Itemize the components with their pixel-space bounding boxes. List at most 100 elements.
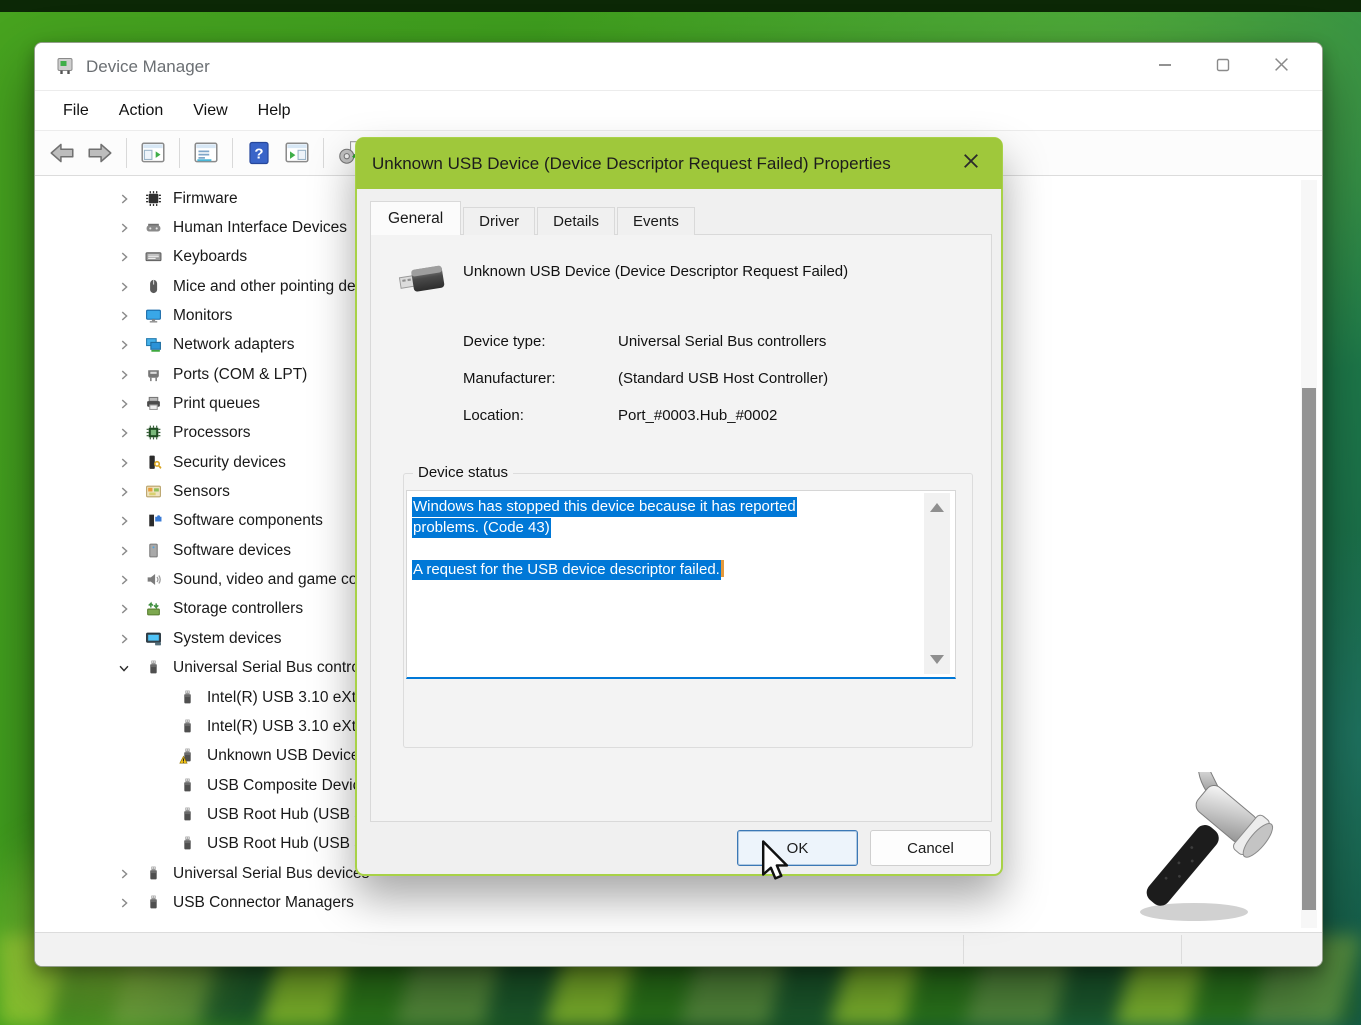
window-titlebar[interactable]: Device Manager — [35, 43, 1322, 91]
hammer-image — [1128, 772, 1278, 930]
tree-item-label: System devices — [173, 630, 282, 648]
close-icon — [1274, 57, 1289, 77]
tree-item-label: Print queues — [173, 395, 260, 413]
chevron-right-icon[interactable] — [113, 338, 135, 352]
chevron-right-icon[interactable] — [113, 602, 135, 616]
software-component-icon — [141, 512, 165, 530]
field-value: Universal Serial Bus controllers — [618, 333, 826, 350]
close-button[interactable] — [1252, 43, 1310, 91]
menu-item[interactable]: Action — [119, 102, 163, 120]
usb-plug-icon — [398, 259, 448, 297]
sensor-icon — [141, 483, 165, 501]
tab-strip: GeneralDriverDetailsEvents — [370, 201, 697, 235]
dialog-button[interactable]: OK — [737, 830, 858, 866]
chevron-right-icon[interactable] — [113, 250, 135, 264]
chevron-right-icon[interactable] — [113, 485, 135, 499]
tree-item-label: Storage controllers — [173, 600, 303, 618]
tree-item-label: Keyboards — [173, 248, 247, 266]
field-label: Location: — [463, 407, 618, 424]
device-field-row: Location: Port_#0003.Hub_#0002 — [463, 407, 828, 444]
maximize-button[interactable] — [1194, 43, 1252, 91]
menu-item[interactable]: Help — [258, 102, 291, 120]
maximize-icon — [1216, 58, 1230, 77]
window-title: Device Manager — [86, 57, 210, 77]
properties-dialog: Unknown USB Device (Device Descriptor Re… — [355, 137, 1003, 876]
general-tab-page: Unknown USB Device (Device Descriptor Re… — [370, 234, 992, 822]
network-adapter-icon — [141, 336, 165, 354]
device-field-row: Manufacturer: (Standard USB Host Control… — [463, 370, 828, 407]
tree-item-label: Sensors — [173, 483, 230, 501]
device-status-groupbox: Device status Windows has stopped this d… — [403, 473, 973, 748]
menu-item[interactable]: File — [63, 102, 89, 120]
field-label: Device type: — [463, 333, 618, 350]
chevron-right-icon[interactable] — [113, 573, 135, 587]
system-device-icon — [141, 630, 165, 648]
dialog-button[interactable]: Cancel — [870, 830, 991, 866]
field-label: Manufacturer: — [463, 370, 618, 387]
chevron-right-icon[interactable] — [113, 192, 135, 206]
chevron-right-icon[interactable] — [113, 632, 135, 646]
tab[interactable]: Details — [537, 207, 615, 235]
properties-icon[interactable] — [187, 134, 225, 172]
tab[interactable]: Events — [617, 207, 695, 235]
dialog-titlebar[interactable]: Unknown USB Device (Device Descriptor Re… — [356, 138, 1002, 189]
statusbar-divider — [963, 935, 964, 964]
back-arrow-icon[interactable] — [43, 134, 81, 172]
device-fields: Device type: Universal Serial Bus contro… — [463, 333, 828, 444]
help-icon[interactable]: ? — [240, 134, 278, 172]
chevron-right-icon[interactable] — [113, 896, 135, 910]
tree-scrollbar[interactable] — [1301, 180, 1317, 928]
chevron-right-icon[interactable] — [113, 368, 135, 382]
toolbar-button[interactable] — [323, 138, 324, 168]
tree-scrollbar-thumb[interactable] — [1302, 388, 1316, 910]
dialog-close-button[interactable] — [954, 138, 988, 188]
usb-icon — [141, 894, 165, 912]
tab[interactable]: General — [370, 201, 461, 235]
tab[interactable]: Driver — [463, 207, 535, 235]
chevron-right-icon[interactable] — [113, 280, 135, 294]
chevron-right-icon[interactable] — [113, 221, 135, 235]
dialog-buttons: OK Cancel — [737, 830, 991, 866]
dialog-title: Unknown USB Device (Device Descriptor Re… — [372, 154, 891, 174]
toolbar-button[interactable] — [232, 138, 233, 168]
speaker-icon — [141, 571, 165, 589]
gamepad-icon — [141, 219, 165, 237]
scroll-up-icon[interactable] — [930, 503, 944, 512]
scroll-down-icon[interactable] — [930, 655, 944, 664]
device-field-row: Device type: Universal Serial Bus contro… — [463, 333, 828, 370]
tree-item-label: Ports (COM & LPT) — [173, 366, 307, 384]
tree-item-label: Software devices — [173, 542, 291, 560]
console-tree-icon[interactable] — [134, 134, 172, 172]
storage-controller-icon — [141, 600, 165, 618]
device-name: Unknown USB Device (Device Descriptor Re… — [463, 263, 848, 280]
chevron-right-icon[interactable] — [113, 426, 135, 440]
forward-arrow-icon[interactable] — [81, 134, 119, 172]
chevron-right-icon[interactable] — [113, 397, 135, 411]
status-line: problems. (Code 43) — [412, 517, 915, 538]
tree-item-label: Firmware — [173, 190, 238, 208]
chevron-right-icon[interactable] — [113, 456, 135, 470]
toolbar-button[interactable] — [179, 138, 180, 168]
toolbar-button[interactable] — [126, 138, 127, 168]
chevron-right-icon[interactable] — [113, 544, 135, 558]
action-pane-icon[interactable] — [278, 134, 316, 172]
menu-item[interactable]: View — [193, 102, 227, 120]
chevron-right-icon[interactable] — [113, 309, 135, 323]
device-status-label: Device status — [413, 464, 513, 481]
chevron-right-icon[interactable] — [113, 867, 135, 881]
chevron-right-icon[interactable] — [113, 514, 135, 528]
tree-item-label: Processors — [173, 424, 251, 442]
usb-icon — [175, 718, 199, 736]
field-value: Port_#0003.Hub_#0002 — [618, 407, 777, 424]
tree-item-label: Security devices — [173, 454, 286, 472]
tree-item[interactable]: USB Connector Managers — [75, 888, 1258, 917]
device-status-text[interactable]: Windows has stopped this device because … — [406, 490, 956, 679]
field-value: (Standard USB Host Controller) — [618, 370, 828, 387]
software-device-icon — [141, 542, 165, 560]
usb-icon — [141, 659, 165, 677]
chevron-down-icon[interactable] — [113, 661, 135, 675]
status-scrollbar[interactable] — [924, 493, 950, 674]
minimize-icon — [1158, 58, 1172, 77]
tree-item-label: USB Composite Device — [207, 777, 369, 795]
minimize-button[interactable] — [1136, 43, 1194, 91]
